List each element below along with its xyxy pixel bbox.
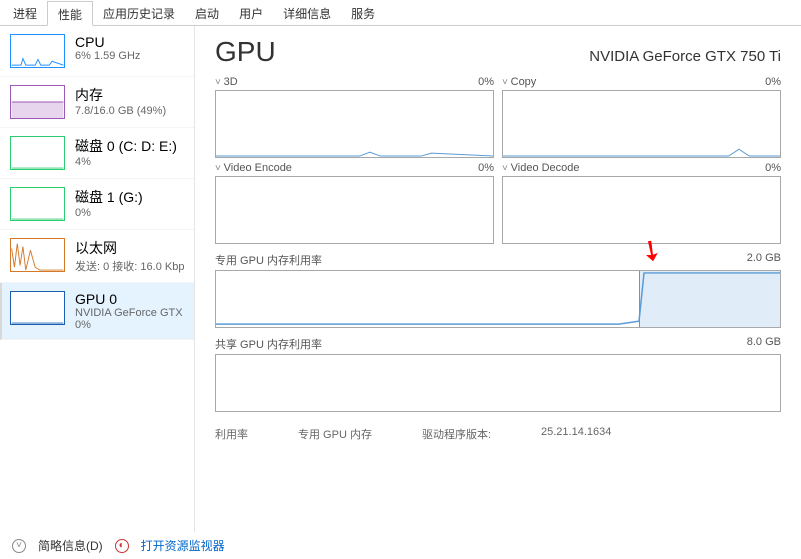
sidebar-item-disk-3[interactable]: 磁盘 1 (G:) 0% (0, 179, 194, 230)
stat-label: 利用率 (215, 426, 248, 442)
thumb-disk (10, 187, 65, 221)
chart-3d: 3D 0% (215, 76, 494, 158)
chart-label[interactable]: Copy (502, 76, 536, 88)
chart-value: 0% (478, 76, 494, 88)
chart-video-encode: Video Encode 0% (215, 162, 494, 244)
chart-label[interactable]: 3D (215, 76, 238, 88)
sidebar-title: CPU (75, 34, 184, 50)
sidebar-item-eth-4[interactable]: 以太网 发送: 0 接收: 16.0 Kbps (0, 230, 194, 283)
wide-charts: ➘ 专用 GPU 内存利用率2.0 GB 共享 GPU 内存利用率8.0 GB (215, 252, 781, 412)
sidebar-title: 内存 (75, 85, 184, 105)
chart-copy: Copy 0% (502, 76, 781, 158)
sidebar-sub: NVIDIA GeForce GTX …0% (75, 307, 184, 331)
tab-0[interactable]: 进程 (3, 1, 47, 26)
chart-value: 0% (765, 162, 781, 174)
open-resource-monitor-link[interactable]: 打开资源监视器 (141, 537, 225, 554)
sidebar-sub: 发送: 0 接收: 16.0 Kbps (75, 258, 184, 274)
thumb-eth (10, 238, 65, 272)
sidebar-title: 磁盘 0 (C: D: E:) (75, 136, 184, 156)
chart-label[interactable]: Video Encode (215, 162, 292, 174)
tab-1[interactable]: 性能 (47, 1, 93, 26)
wide-chart-1: 共享 GPU 内存利用率 8.0 GB (215, 336, 781, 412)
chart-canvas (215, 90, 494, 158)
thumb-cpu (10, 34, 65, 68)
tab-3[interactable]: 启动 (185, 1, 229, 26)
chart-canvas (215, 176, 494, 244)
tab-6[interactable]: 服务 (341, 1, 385, 26)
sidebar-title: 以太网 (75, 238, 184, 258)
sidebar-item-cpu-0[interactable]: CPU 6% 1.59 GHz (0, 26, 194, 77)
tab-5[interactable]: 详细信息 (273, 1, 341, 26)
stat-label: 25.21.14.1634 (541, 426, 611, 442)
sidebar-sub: 4% (75, 156, 184, 168)
device-name: NVIDIA GeForce GTX 750 Ti (589, 48, 781, 65)
bottom-bar: ˅ 简略信息(D) ◐ 打开资源监视器 (0, 532, 801, 559)
chart-canvas (215, 270, 781, 328)
chart-value: 0% (478, 162, 494, 174)
sidebar-title: 磁盘 1 (G:) (75, 187, 184, 207)
chart-video-decode: Video Decode 0% (502, 162, 781, 244)
chart-max: 2.0 GB (747, 252, 781, 268)
sidebar-sub: 6% 1.59 GHz (75, 50, 184, 62)
sidebar-sub: 0% (75, 207, 184, 219)
main-area: CPU 6% 1.59 GHz 内存 7.8/16.0 GB (49%) 磁盘 … (0, 26, 801, 532)
chart-value: 0% (765, 76, 781, 88)
chart-max: 8.0 GB (747, 336, 781, 352)
small-charts-grid: 3D 0% Copy 0% Video Encode 0% Video Decode 0… (215, 76, 781, 244)
chevron-down-icon[interactable]: ˅ (12, 539, 26, 553)
wide-chart-0: 专用 GPU 内存利用率 2.0 GB (215, 252, 781, 328)
chart-canvas (502, 90, 781, 158)
brief-info-link[interactable]: 简略信息(D) (38, 537, 103, 554)
chart-canvas (502, 176, 781, 244)
chart-label: 专用 GPU 内存利用率 (215, 252, 322, 268)
tab-4[interactable]: 用户 (229, 1, 273, 26)
thumb-gpu (10, 291, 65, 325)
chart-label[interactable]: Video Decode (502, 162, 580, 174)
chart-label: 共享 GPU 内存利用率 (215, 336, 322, 352)
thumb-disk (10, 136, 65, 170)
stat-label: 驱动程序版本: (422, 426, 491, 442)
tab-bar: 进程性能应用历史记录启动用户详细信息服务 (0, 0, 801, 26)
sidebar-item-gpu-5[interactable]: GPU 0 NVIDIA GeForce GTX …0% (0, 283, 194, 340)
content-panel: GPU NVIDIA GeForce GTX 750 Ti 3D 0% Copy 0… (195, 26, 801, 532)
tab-2[interactable]: 应用历史记录 (93, 1, 185, 26)
sidebar: CPU 6% 1.59 GHz 内存 7.8/16.0 GB (49%) 磁盘 … (0, 26, 195, 532)
page-title: GPU (215, 36, 276, 68)
sidebar-sub: 7.8/16.0 GB (49%) (75, 105, 184, 117)
stats-row: 利用率 专用 GPU 内存 驱动程序版本: 25.21.14.1634 (215, 426, 781, 442)
stat-label: 专用 GPU 内存 (298, 426, 372, 442)
sidebar-item-disk-2[interactable]: 磁盘 0 (C: D: E:) 4% (0, 128, 194, 179)
monitor-icon[interactable]: ◐ (115, 539, 129, 553)
thumb-mem (10, 85, 65, 119)
chart-canvas (215, 354, 781, 412)
sidebar-title: GPU 0 (75, 291, 184, 307)
sidebar-item-mem-1[interactable]: 内存 7.8/16.0 GB (49%) (0, 77, 194, 128)
